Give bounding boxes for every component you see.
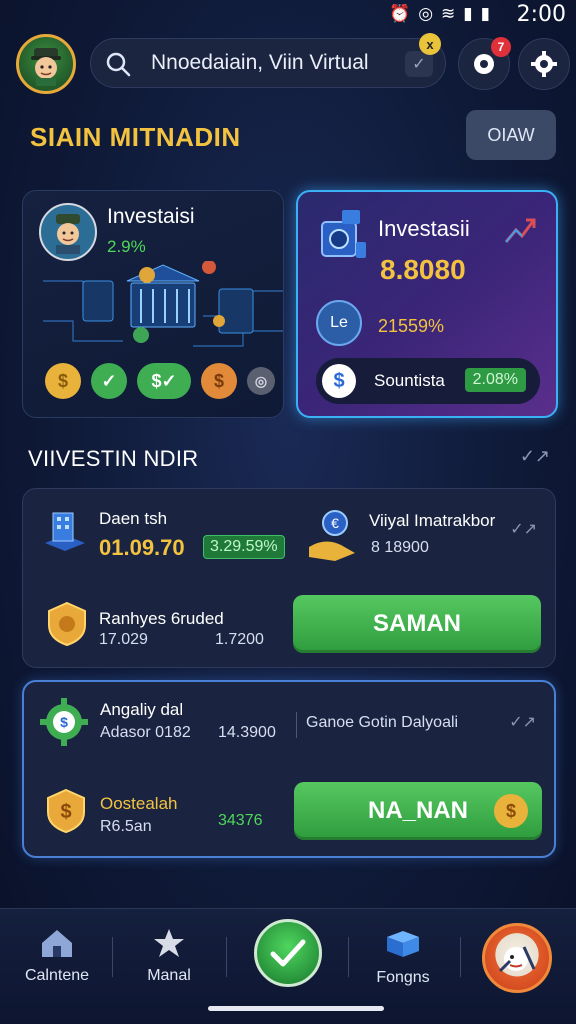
signal-icon: ▮	[463, 4, 473, 24]
gear-icon	[531, 51, 557, 77]
panel2-item3-sub: R6.5an	[100, 818, 152, 835]
panel2-divider	[296, 712, 297, 738]
notification-badge: 7	[491, 37, 511, 57]
search-bar[interactable]: Nnoedaiain, Viin Virtual ✓ x	[90, 33, 446, 88]
safe-icon	[321, 210, 366, 258]
alarm-icon: ⏰	[389, 4, 411, 24]
check-arrow-icon[interactable]: ✓↗	[520, 446, 550, 467]
panel1-item2-value: 8 18900	[371, 539, 429, 556]
orange-coin-icon: $	[201, 363, 237, 399]
avatar-face-icon	[31, 48, 61, 86]
shield-dollar-icon: $	[47, 788, 85, 834]
card-right-value: 8.8080	[380, 254, 466, 285]
panel2-action-button[interactable]: NA_NAN $	[294, 782, 542, 840]
nav-separator	[460, 937, 461, 977]
nav-separator	[112, 937, 113, 977]
nav-item-manal[interactable]: Manal	[124, 927, 214, 985]
panel2-item2-title: Ganoe Gotin Dalyoali	[306, 714, 459, 731]
status-time: 2:00	[516, 2, 566, 27]
dollar-coin-icon: $	[45, 363, 81, 399]
investment-card-left[interactable]: Investaisi 2.9% $ ✓ $✓ $ ◎	[22, 190, 284, 418]
panel1-item1-title: Daen tsh	[99, 509, 168, 528]
panel1-item2-title: Viiyal Imatrakbor	[369, 511, 496, 530]
card-right-title: Investasii	[378, 216, 470, 241]
home-icon	[42, 930, 72, 957]
nav-item-home[interactable]: Calntene	[12, 927, 102, 985]
person-icon	[56, 214, 80, 254]
nav-label-home: Calntene	[24, 967, 90, 984]
coins-row: $ ✓ $✓ $ ◎	[45, 363, 275, 399]
card-avatar	[39, 203, 97, 261]
wallet-icon	[387, 931, 419, 957]
panel2-item1-value: 14.3900	[218, 724, 276, 741]
card-left-title: Investaisi	[107, 205, 195, 228]
shield-coin-icon	[48, 601, 86, 647]
gear-dollar-icon: $	[40, 698, 88, 746]
hand-coin-icon: €	[309, 510, 355, 561]
nav-item-fongns[interactable]: Fongns	[358, 927, 448, 987]
mascot-icon	[498, 946, 536, 973]
section-title: VIIVESTIN NDIR	[28, 446, 199, 471]
nav-separator	[226, 937, 227, 977]
nav-label-fongns: Fongns	[376, 969, 430, 986]
panel1-check-icon[interactable]: ✓↗	[510, 519, 537, 539]
investment-card-right[interactable]: Investasii 8.8080 Le 21559% $ Sountista …	[296, 190, 558, 418]
investment-panel-1: Daen tsh 01.09.70 3.29.59% € Viiyal Imat…	[22, 488, 556, 668]
user-avatar[interactable]	[16, 34, 76, 94]
gray-coin-icon: ◎	[247, 367, 275, 395]
settings-button[interactable]	[518, 38, 570, 90]
notifications-button[interactable]: 7	[458, 37, 511, 90]
star-icon	[154, 929, 184, 957]
coin-icon: $	[494, 794, 528, 828]
page-title: SIAIN MITNADIN	[30, 122, 241, 152]
nav-label-manal: Manal	[147, 967, 191, 984]
card-right-pill[interactable]: $ Sountista 2.08%	[316, 358, 540, 404]
search-input[interactable]: Nnoedaiain, Viin Virtual	[151, 51, 369, 75]
search-icon	[106, 52, 131, 77]
checkmark-icon	[270, 939, 306, 967]
card-left-value: 2.9%	[107, 237, 146, 256]
status-bar: ⏰ ◎ ≋ ▮ ▮ 2:00	[0, 0, 576, 28]
panel2-item1-title: Angaliy dal	[100, 700, 184, 719]
home-indicator[interactable]	[208, 1006, 384, 1011]
wifi-icon: ≋	[441, 4, 456, 24]
panel1-item3-sub1: 17.029	[99, 631, 148, 648]
panel2-button-label: NA_NAN	[367, 797, 468, 824]
panel1-item3-title: Ranhyes 6ruded	[99, 609, 224, 628]
green-coin-icon: $✓	[137, 363, 191, 399]
nav-center-confirm-button[interactable]	[254, 919, 322, 987]
nav-profile-button[interactable]	[482, 923, 552, 993]
panel2-item1-sub: Adasor 0182	[100, 724, 191, 741]
pill-badge: 2.08%	[464, 368, 526, 392]
svg-text:€: €	[331, 515, 339, 531]
panel2-check-icon[interactable]: ✓↗	[509, 712, 536, 732]
panel2-item3-title: Oostealah	[100, 794, 178, 813]
card-right-amount: 21559%	[378, 316, 445, 336]
svg-text:$: $	[60, 801, 71, 823]
panel1-item3-sub2: 1.7200	[215, 631, 264, 648]
battery-icon: ▮	[480, 4, 490, 24]
panel1-action-button[interactable]: SAMAN	[293, 595, 541, 653]
trend-up-icon	[504, 218, 536, 243]
pill-text: Sountista	[374, 371, 445, 390]
camera-icon: ◎	[418, 4, 434, 24]
circuit-illustration	[43, 261, 283, 347]
search-badge: x	[419, 33, 441, 55]
panel2-item3-value: 34376	[218, 812, 263, 829]
status-icons: ⏰ ◎ ≋ ▮ ▮	[389, 4, 490, 24]
panel1-item1-badge: 3.29.59%	[203, 535, 285, 559]
dollar-badge-icon: $	[322, 364, 356, 398]
investment-panel-2: $ Angaliy dal Adasor 0182 14.3900 Ganoe …	[22, 680, 556, 858]
title-action-button[interactable]: OIAW	[466, 110, 556, 160]
building-icon	[45, 512, 85, 551]
svg-text:$: $	[60, 714, 68, 730]
check-coin-icon: ✓	[91, 363, 127, 399]
card-right-circle: Le	[316, 300, 362, 346]
panel1-item1-value: 01.09.70	[99, 535, 185, 560]
nav-separator	[348, 937, 349, 977]
